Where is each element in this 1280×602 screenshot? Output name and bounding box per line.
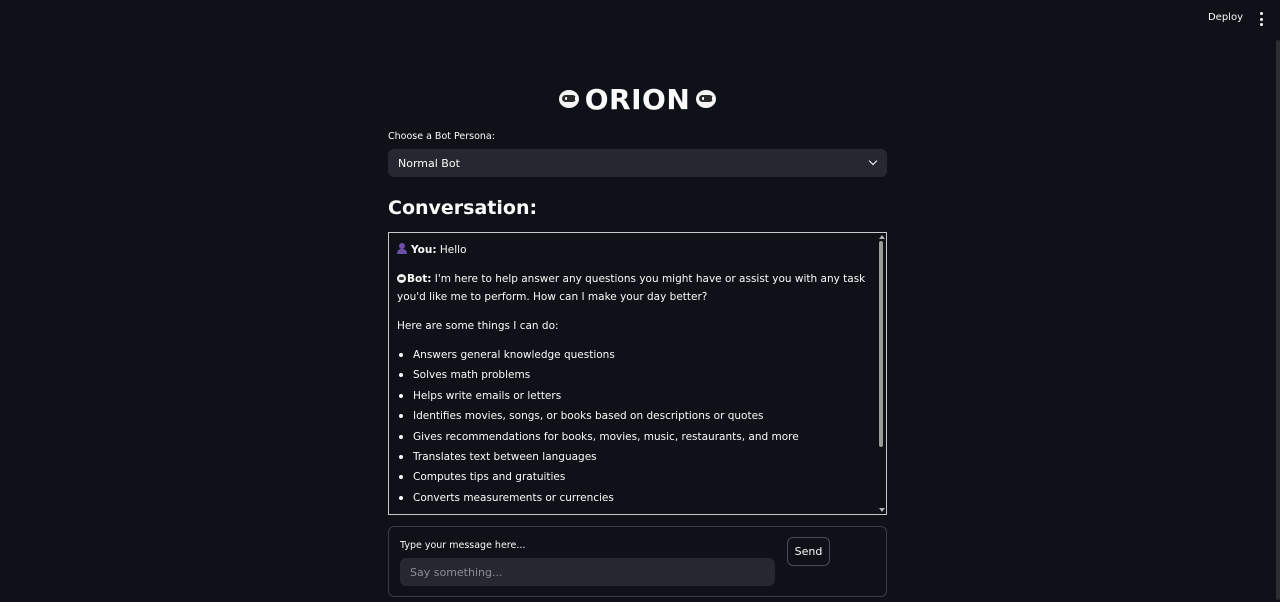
conversation-box[interactable]: You: Hello Bot: I'm here to help answer … bbox=[388, 232, 887, 515]
vertical-ellipsis-icon[interactable] bbox=[1256, 12, 1266, 26]
scrollbar-thumb[interactable] bbox=[879, 241, 883, 447]
conversation-scrollbar[interactable] bbox=[878, 233, 885, 514]
message-form: Type your message here... Send bbox=[388, 526, 887, 597]
conversation-content: You: Hello Bot: I'm here to help answer … bbox=[397, 241, 875, 509]
user-icon bbox=[397, 243, 407, 254]
persona-select-value: Normal Bot bbox=[398, 156, 460, 170]
user-message: You: Hello bbox=[397, 241, 875, 259]
page-title: ORION bbox=[388, 82, 887, 116]
list-item: Gives recommendations for books, movies,… bbox=[397, 428, 875, 448]
bot-message: Bot: I'm here to help answer any questio… bbox=[397, 270, 875, 306]
message-input[interactable] bbox=[400, 558, 775, 586]
list-item: Computes tips and gratuities bbox=[397, 468, 875, 488]
page-scrollbar[interactable] bbox=[1276, 40, 1280, 600]
user-label: You: bbox=[411, 244, 437, 256]
persona-select-label: Choose a Bot Persona: bbox=[388, 131, 495, 142]
robot-face-icon bbox=[397, 274, 406, 283]
main-content: ORION Choose a Bot Persona: Normal Bot C… bbox=[388, 0, 887, 602]
list-item: Converts measurements or currencies bbox=[397, 489, 875, 509]
list-item: Helps write emails or letters bbox=[397, 387, 875, 407]
list-item: Solves math problems bbox=[397, 366, 875, 386]
deploy-button[interactable]: Deploy bbox=[1208, 12, 1243, 23]
list-item: Answers general knowledge questions bbox=[397, 346, 875, 366]
scroll-down-icon[interactable] bbox=[879, 508, 885, 512]
message-input-label: Type your message here... bbox=[400, 540, 526, 551]
send-button[interactable]: Send bbox=[787, 537, 830, 566]
conversation-heading: Conversation: bbox=[388, 197, 538, 219]
list-item: Translates text between languages bbox=[397, 448, 875, 468]
bot-message-text: I'm here to help answer any questions yo… bbox=[397, 273, 866, 303]
user-message-text: Hello bbox=[439, 244, 467, 256]
list-item: Identifies movies, songs, or books based… bbox=[397, 407, 875, 427]
capability-list: Answers general knowledge questions Solv… bbox=[397, 346, 875, 509]
robot-face-icon bbox=[558, 90, 579, 108]
robot-face-icon bbox=[696, 90, 717, 108]
scroll-up-icon[interactable] bbox=[879, 235, 885, 239]
bot-label: Bot: bbox=[407, 273, 432, 285]
chevron-down-icon bbox=[868, 156, 878, 166]
bot-list-intro: Here are some things I can do: bbox=[397, 320, 559, 332]
persona-select[interactable]: Normal Bot bbox=[388, 149, 887, 177]
app-title: ORION bbox=[584, 82, 691, 116]
